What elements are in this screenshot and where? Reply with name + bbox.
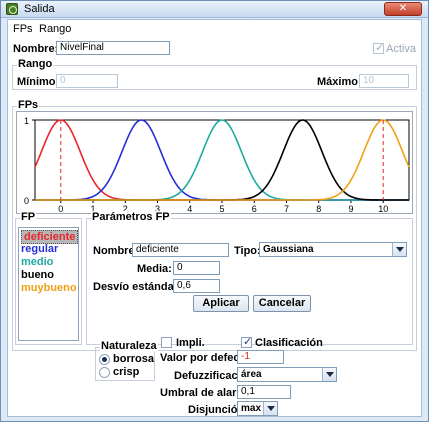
menu-fps[interactable]: FPs <box>13 23 33 35</box>
y-tick-label: 0 <box>24 196 29 206</box>
default-value-field[interactable]: -1 <box>237 350 284 364</box>
apply-button[interactable]: Aplicar <box>193 295 249 312</box>
x-tick-label: 6 <box>252 204 257 213</box>
x-tick-label: 5 <box>219 204 224 213</box>
y-tick-label: 1 <box>24 116 29 126</box>
x-tick-label: 10 <box>378 204 388 213</box>
active-checkbox[interactable] <box>373 41 384 54</box>
fp-list-item-bueno[interactable]: bueno <box>21 269 54 281</box>
plot-frame <box>34 119 410 201</box>
nature-label-crisp: crisp <box>113 366 140 378</box>
chevron-down-icon <box>322 368 336 381</box>
fp-list-title: FP <box>20 211 37 223</box>
fp-list-item-deficiente[interactable]: deficiente <box>21 230 79 244</box>
app-window: Salida ✕ FPs Rango Nombre: NivelFinal Ac… <box>0 0 429 422</box>
close-button[interactable]: ✕ <box>384 2 422 16</box>
type-select-value: Gaussiana <box>263 244 314 255</box>
chevron-down-icon <box>392 243 406 256</box>
fp-list[interactable]: deficiente regular medio bueno muybueno <box>18 227 79 341</box>
membership-chart-svg: 010 1 2 3 4 5 6 7 8 9 10 <box>24 116 410 214</box>
classification-label: Clasificación <box>255 337 323 349</box>
max-label: Máximo: <box>317 76 362 88</box>
classification-checkbox[interactable] <box>241 335 252 348</box>
membership-chart: 0 1 0 1 2 3 4 5 6 7 8 9 10 <box>16 111 413 214</box>
x-tick-label: 8 <box>316 204 321 213</box>
fp-list-item-muybueno[interactable]: muybueno <box>21 282 77 294</box>
nature-radio-crisp[interactable] <box>99 367 110 378</box>
max-field[interactable]: 10 <box>359 74 409 88</box>
min-label: Mínimo: <box>17 76 60 88</box>
type-label: Tipo: <box>234 245 261 257</box>
min-field[interactable]: 0 <box>56 74 118 88</box>
defuzz-select[interactable]: área <box>237 367 337 382</box>
app-logo-icon <box>6 3 18 15</box>
std-label: Desvío estándar: <box>93 281 182 293</box>
type-select[interactable]: Gaussiana <box>259 242 407 257</box>
std-field[interactable]: 0,6 <box>173 279 220 293</box>
title-bar[interactable]: Salida ✕ <box>1 1 428 18</box>
fp-list-item-regular[interactable]: regular <box>21 243 58 255</box>
x-tick-label: 7 <box>284 204 289 213</box>
range-title: Rango <box>17 58 54 70</box>
x-tick-label: 4 <box>187 204 192 213</box>
impli-checkbox[interactable] <box>161 337 172 348</box>
menu-bar: FPs Rango <box>8 20 421 38</box>
mean-field[interactable]: 0 <box>173 261 220 275</box>
alarm-field[interactable]: 0,1 <box>237 385 291 399</box>
dialog-body: FPs Rango Nombre: NivelFinal Activa Rang… <box>7 19 422 417</box>
fp-list-item-medio[interactable]: medio <box>21 256 53 268</box>
window-title: Salida <box>24 3 55 15</box>
impli-label: Impli. <box>176 337 205 349</box>
x-tick-label: 9 <box>348 204 353 213</box>
output-name-field[interactable]: NivelFinal <box>56 41 170 55</box>
chevron-down-icon <box>263 402 277 415</box>
fp-name-field[interactable]: deficiente <box>132 243 229 257</box>
fp-params-title: Parámetros FP <box>91 211 171 223</box>
defuzz-select-value: área <box>241 369 262 380</box>
cancel-button[interactable]: Cancelar <box>253 295 311 312</box>
mean-label: Media: <box>137 263 172 275</box>
fps-title: FPs <box>17 99 40 111</box>
x-tick-label: 0 <box>58 204 63 213</box>
name-label: Nombre: <box>13 43 59 55</box>
close-icon: ✕ <box>398 3 408 14</box>
active-label: Activa <box>386 43 416 55</box>
disjunction-select-value: max <box>241 403 262 414</box>
nature-radio-borrosa[interactable] <box>99 354 110 365</box>
disjunction-select[interactable]: max <box>237 401 278 416</box>
nature-label-borrosa: borrosa <box>113 353 154 365</box>
menu-rango[interactable]: Rango <box>39 23 71 35</box>
nature-title: Naturaleza <box>100 340 158 352</box>
